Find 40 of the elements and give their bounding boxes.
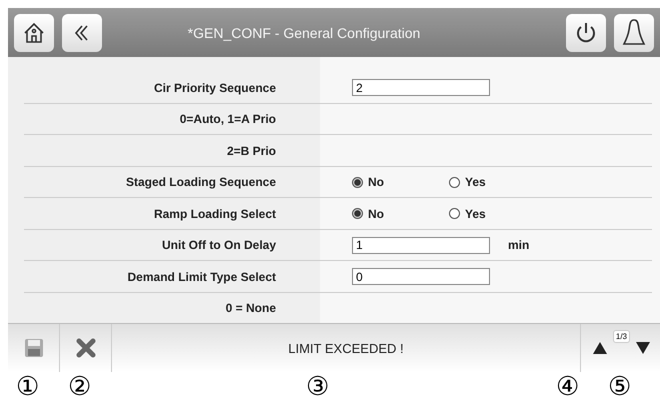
callout-number: ① (16, 374, 40, 400)
unit-label: min (508, 238, 530, 252)
down-triangle-icon (636, 342, 650, 354)
back-button[interactable] (62, 14, 102, 52)
radio-option[interactable]: No (352, 206, 449, 221)
field-label: 0=Auto, 1=A Prio (178, 112, 276, 126)
radio-button[interactable] (352, 208, 363, 220)
radio-button[interactable] (352, 176, 363, 188)
screen-title: *GEN_CONF - General Configuration (186, 24, 422, 41)
double-chevron-icon (74, 24, 90, 42)
radio-button[interactable] (449, 208, 460, 220)
power-button[interactable] (566, 14, 606, 52)
home-button[interactable] (14, 14, 54, 52)
home-icon (22, 20, 46, 45)
page-indicator: 1/3 (612, 330, 630, 344)
field-label: Unit Off to On Delay (161, 238, 276, 252)
input-field[interactable]: 0 (352, 268, 490, 286)
radio-option[interactable]: Yes (449, 206, 546, 221)
up-triangle-icon (592, 342, 607, 354)
radio-option[interactable]: No (352, 175, 449, 190)
bell-icon (622, 18, 646, 48)
status-message: LIMIT EXCEEDED ! (287, 340, 405, 356)
field-label: 0 = None (224, 301, 276, 316)
field-label: Staged Loading Sequence (124, 175, 276, 190)
callout-number: ⑤ (608, 374, 632, 400)
page-down-button[interactable] (634, 340, 652, 356)
cross-icon (74, 337, 96, 360)
input-field[interactable]: 1 (352, 236, 490, 254)
input-field[interactable]: 2 (352, 79, 490, 96)
field-label: Ramp Loading Select (152, 206, 276, 221)
radio-option[interactable]: Yes (449, 175, 546, 190)
field-label: Demand Limit Type Select (126, 270, 276, 284)
callout-number: ③ (306, 374, 330, 400)
field-label: 2=B Prio (226, 144, 276, 158)
alarm-button[interactable] (614, 14, 654, 52)
radio-button[interactable] (449, 176, 460, 188)
callout-number: ② (68, 374, 92, 400)
page-up-button[interactable] (590, 340, 609, 356)
callout-number: ④ (556, 374, 580, 400)
field-label: Cir Priority Sequence (152, 80, 276, 95)
